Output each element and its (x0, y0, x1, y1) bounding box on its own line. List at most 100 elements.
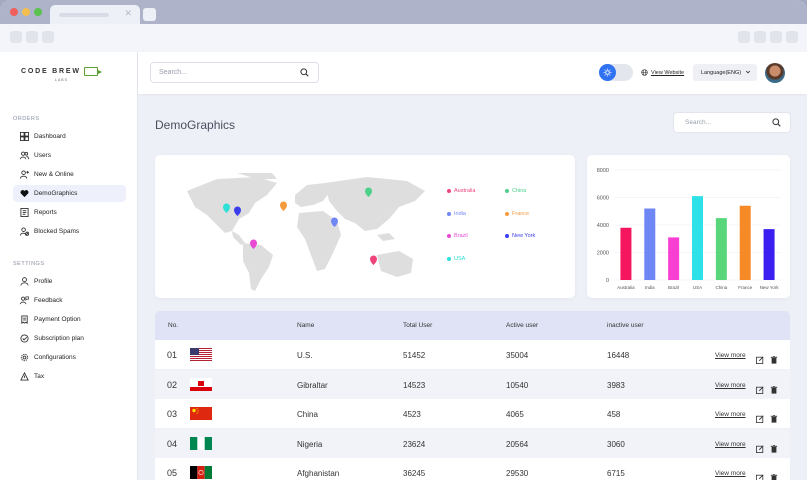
map-legend-item: USA (447, 256, 465, 262)
cell-total: 14523 (403, 380, 426, 390)
page-search-placeholder: Search... (685, 119, 712, 126)
brand-logo[interactable]: CODE BREW LABS (21, 67, 102, 82)
trash-icon[interactable] (770, 381, 778, 394)
map-legend-item: New York (505, 233, 535, 239)
sidebar-item-blocked-spams[interactable]: Blocked Spams (13, 223, 126, 240)
cell-total: 36245 (403, 469, 426, 478)
bar-china (715, 218, 727, 280)
header-inactive-user: inactive user (607, 322, 644, 329)
map-marker-france[interactable] (280, 201, 287, 212)
x-tick-label: India (645, 285, 655, 290)
bar-france (739, 205, 751, 280)
map-marker-australia[interactable] (370, 255, 377, 266)
section-label-settings: SETTINGS (13, 261, 45, 267)
cell-no: 03 (167, 409, 178, 419)
sidebar-item-configurations[interactable]: Configurations (13, 349, 126, 366)
cell-name: Gibraltar (297, 380, 328, 390)
x-tick-label: Brazil (668, 285, 679, 290)
world-map-card: Australia China India France Brazil New York U… (155, 155, 575, 298)
header-search-input[interactable]: Search... (150, 62, 319, 83)
sidebar-item-users[interactable]: Users (13, 147, 126, 164)
cell-no: 01 (167, 350, 178, 360)
sidebar-item-tax[interactable]: Tax (13, 368, 126, 385)
sidebar-item-payment-option[interactable]: Payment Option (13, 311, 126, 328)
sidebar-item-label: Feedback (34, 297, 63, 304)
view-more-link[interactable]: View more (715, 470, 746, 477)
tax-icon (20, 372, 29, 381)
view-more-link[interactable]: View more (715, 411, 746, 418)
sidebar-item-new-online[interactable]: New & Online (13, 166, 126, 183)
sidebar-item-profile[interactable]: Profile (13, 273, 126, 290)
cell-inactive: 16448 (607, 351, 630, 360)
cell-inactive: 6715 (607, 469, 625, 478)
legend-label: New York (512, 233, 536, 239)
toolbar-button[interactable] (754, 31, 766, 43)
edit-icon[interactable] (756, 440, 764, 453)
browser-toolbar (0, 24, 807, 52)
search-icon[interactable] (300, 68, 309, 79)
cell-active: 4065 (506, 410, 524, 419)
bar-australia (620, 227, 632, 280)
cell-inactive: 458 (607, 410, 621, 419)
edit-icon[interactable] (756, 410, 764, 423)
payment-icon (20, 315, 29, 324)
legend-label: Brazil (454, 233, 468, 239)
sidebar-item-demographics[interactable]: DemoGraphics (13, 185, 126, 202)
sidebar-item-reports[interactable]: Reports (13, 204, 126, 221)
back-button[interactable] (10, 31, 22, 43)
table-row: 02 Gibraltar 14523 10540 3983 View more (155, 369, 790, 399)
y-tick-label: 2000 (597, 251, 609, 257)
new-tab-button[interactable] (143, 8, 156, 21)
trash-icon[interactable] (770, 410, 778, 423)
sidebar-item-feedback[interactable]: Feedback (13, 292, 126, 309)
sidebar-item-label: Payment Option (34, 316, 81, 323)
minimize-window-button[interactable] (22, 8, 30, 16)
view-website-link[interactable]: View Website (641, 69, 684, 76)
edit-icon[interactable] (756, 351, 764, 364)
sidebar: CODE BREW LABS ORDERS Dashboard Users New … (0, 52, 138, 480)
legend-dot (505, 234, 509, 238)
close-window-button[interactable] (10, 8, 18, 16)
toolbar-button[interactable] (786, 31, 798, 43)
sidebar-item-label: Reports (34, 209, 57, 216)
users-icon (20, 151, 29, 160)
maximize-window-button[interactable] (34, 8, 42, 16)
sidebar-item-dashboard[interactable]: Dashboard (13, 128, 126, 145)
view-website-label: View Website (651, 69, 685, 76)
header-active-user: Active user (506, 322, 539, 329)
language-select[interactable]: Language(ENG) (693, 64, 757, 81)
view-more-link[interactable]: View more (715, 382, 746, 389)
toolbar-button[interactable] (770, 31, 782, 43)
reload-button[interactable] (42, 31, 54, 43)
legend-label: USA (454, 256, 466, 262)
feedback-icon (20, 296, 29, 305)
globe-icon (641, 69, 648, 76)
map-legend-item: China (505, 188, 526, 194)
cell-total: 4523 (403, 410, 421, 419)
search-icon[interactable] (772, 118, 781, 129)
edit-icon[interactable] (756, 469, 764, 480)
close-tab-icon[interactable]: ✕ (124, 8, 132, 19)
trash-icon[interactable] (770, 351, 778, 364)
view-more-link[interactable]: View more (715, 352, 746, 359)
theme-toggle[interactable] (599, 64, 633, 81)
user-avatar[interactable] (765, 63, 785, 83)
trash-icon[interactable] (770, 469, 778, 480)
sidebar-item-label: DemoGraphics (34, 190, 78, 197)
toolbar-button[interactable] (738, 31, 750, 43)
cell-total: 51452 (403, 351, 426, 360)
cell-inactive: 3060 (607, 439, 625, 449)
view-more-link[interactable]: View more (715, 441, 746, 448)
heart-icon (20, 189, 29, 198)
trash-icon[interactable] (770, 440, 778, 453)
page-search-input[interactable]: Search... (673, 112, 791, 133)
header-no: No. (168, 322, 179, 329)
report-icon (20, 208, 29, 217)
cell-active: 20564 (506, 439, 529, 449)
bar-usa (692, 196, 703, 280)
flag-cn-icon (190, 407, 212, 420)
browser-tab[interactable]: ✕ (50, 5, 140, 24)
sidebar-item-subscription-plan[interactable]: Subscription plan (13, 330, 126, 347)
edit-icon[interactable] (756, 381, 764, 394)
forward-button[interactable] (26, 31, 38, 43)
